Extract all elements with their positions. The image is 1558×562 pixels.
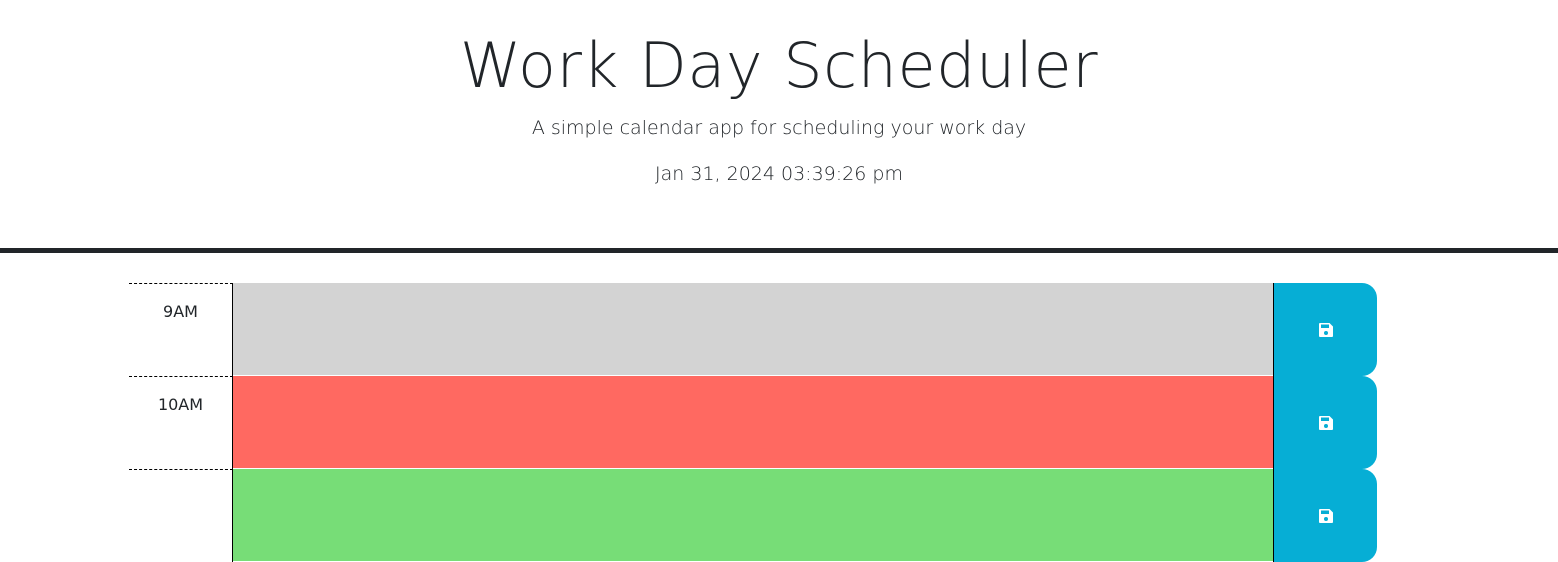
time-block-10am: 10AM [129, 376, 1377, 469]
floppy-disk-icon [1318, 508, 1333, 523]
page-header: Work Day Scheduler A simple calendar app… [0, 0, 1558, 253]
save-button[interactable] [1273, 283, 1377, 376]
floppy-disk-icon [1318, 322, 1333, 337]
time-blocks-container: 9AM 10AM [129, 283, 1377, 562]
event-description-input[interactable] [233, 376, 1273, 469]
event-description-input[interactable] [233, 283, 1273, 376]
time-block-9am: 9AM [129, 283, 1377, 376]
event-description-input[interactable] [233, 469, 1273, 562]
page-title: Work Day Scheduler [459, 29, 1099, 102]
hour-label [129, 469, 233, 562]
page-subtitle: A simple calendar app for scheduling you… [531, 117, 1027, 139]
hour-label: 10AM [129, 376, 233, 469]
current-datetime: Jan 31, 2024 03:39:26 pm [655, 163, 903, 185]
save-button[interactable] [1273, 376, 1377, 469]
hour-label: 9AM [129, 283, 233, 376]
floppy-disk-icon [1318, 415, 1333, 430]
time-block-11am [129, 469, 1377, 562]
save-button[interactable] [1273, 469, 1377, 562]
